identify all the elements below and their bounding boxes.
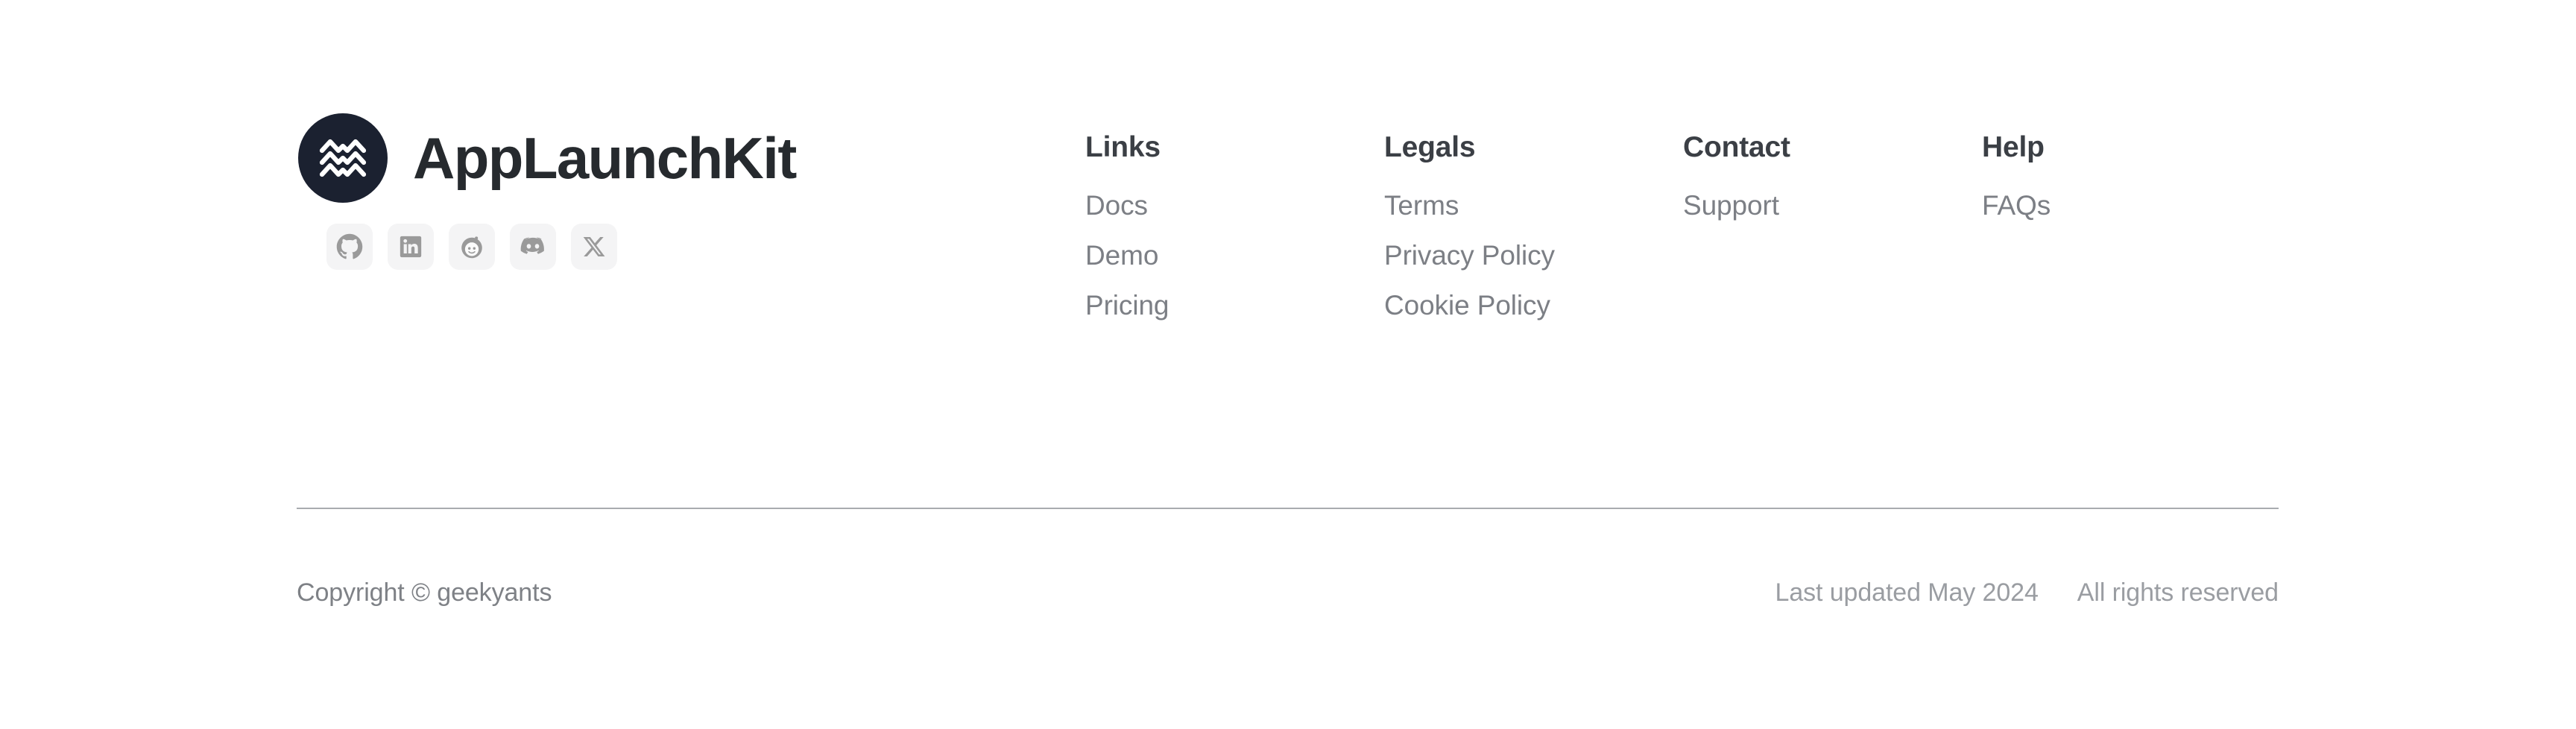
- github-icon[interactable]: [326, 224, 373, 270]
- footer-link-cookie-policy[interactable]: Cookie Policy: [1384, 291, 1683, 319]
- social-links-row: [326, 224, 969, 270]
- footer-link-privacy-policy[interactable]: Privacy Policy: [1384, 242, 1683, 269]
- discord-icon[interactable]: [510, 224, 556, 270]
- footer-link-support[interactable]: Support: [1683, 192, 1982, 219]
- footer-link-demo[interactable]: Demo: [1085, 242, 1384, 269]
- footer-top-section: AppLaunchKit Links Docs Demo Pricing Leg…: [297, 0, 2279, 508]
- brand-wordmark: AppLaunchKit: [413, 125, 797, 191]
- footer-link-faqs[interactable]: FAQs: [1982, 192, 2281, 219]
- reddit-icon[interactable]: [449, 224, 495, 270]
- brand-row[interactable]: AppLaunchKit: [298, 113, 969, 203]
- copyright-text: Copyright © geekyants: [297, 578, 552, 607]
- site-footer: AppLaunchKit Links Docs Demo Pricing Leg…: [0, 0, 2576, 729]
- brand-block: AppLaunchKit: [298, 113, 969, 270]
- footer-bottom-bar: Copyright © geekyants Last updated May 2…: [297, 570, 2279, 615]
- column-heading-legals: Legals: [1384, 131, 1476, 163]
- footer-meta-group: Last updated May 2024 All rights reserve…: [1775, 580, 2279, 605]
- footer-link-docs[interactable]: Docs: [1085, 192, 1384, 219]
- column-heading-links: Links: [1085, 131, 1161, 163]
- footer-column-contact: Contact Support: [1683, 133, 1982, 319]
- linkedin-icon[interactable]: [388, 224, 434, 270]
- x-twitter-icon[interactable]: [571, 224, 617, 270]
- footer-content-container: AppLaunchKit Links Docs Demo Pricing Leg…: [297, 0, 2279, 729]
- applaunchkit-chevron-logo-icon: [298, 113, 388, 203]
- footer-link-pricing[interactable]: Pricing: [1085, 291, 1384, 319]
- footer-divider: [297, 508, 2279, 509]
- footer-link-columns: Links Docs Demo Pricing Legals Terms Pri…: [1085, 133, 2281, 319]
- column-heading-contact: Contact: [1683, 131, 1790, 163]
- footer-column-legals: Legals Terms Privacy Policy Cookie Polic…: [1384, 133, 1683, 319]
- column-heading-help: Help: [1982, 131, 2045, 163]
- footer-link-terms[interactable]: Terms: [1384, 192, 1683, 219]
- all-rights-reserved-text: All rights reserved: [2077, 578, 2279, 607]
- footer-column-links: Links Docs Demo Pricing: [1085, 133, 1384, 319]
- footer-column-help: Help FAQs: [1982, 133, 2281, 319]
- last-updated-text: Last updated May 2024: [1775, 578, 2039, 607]
